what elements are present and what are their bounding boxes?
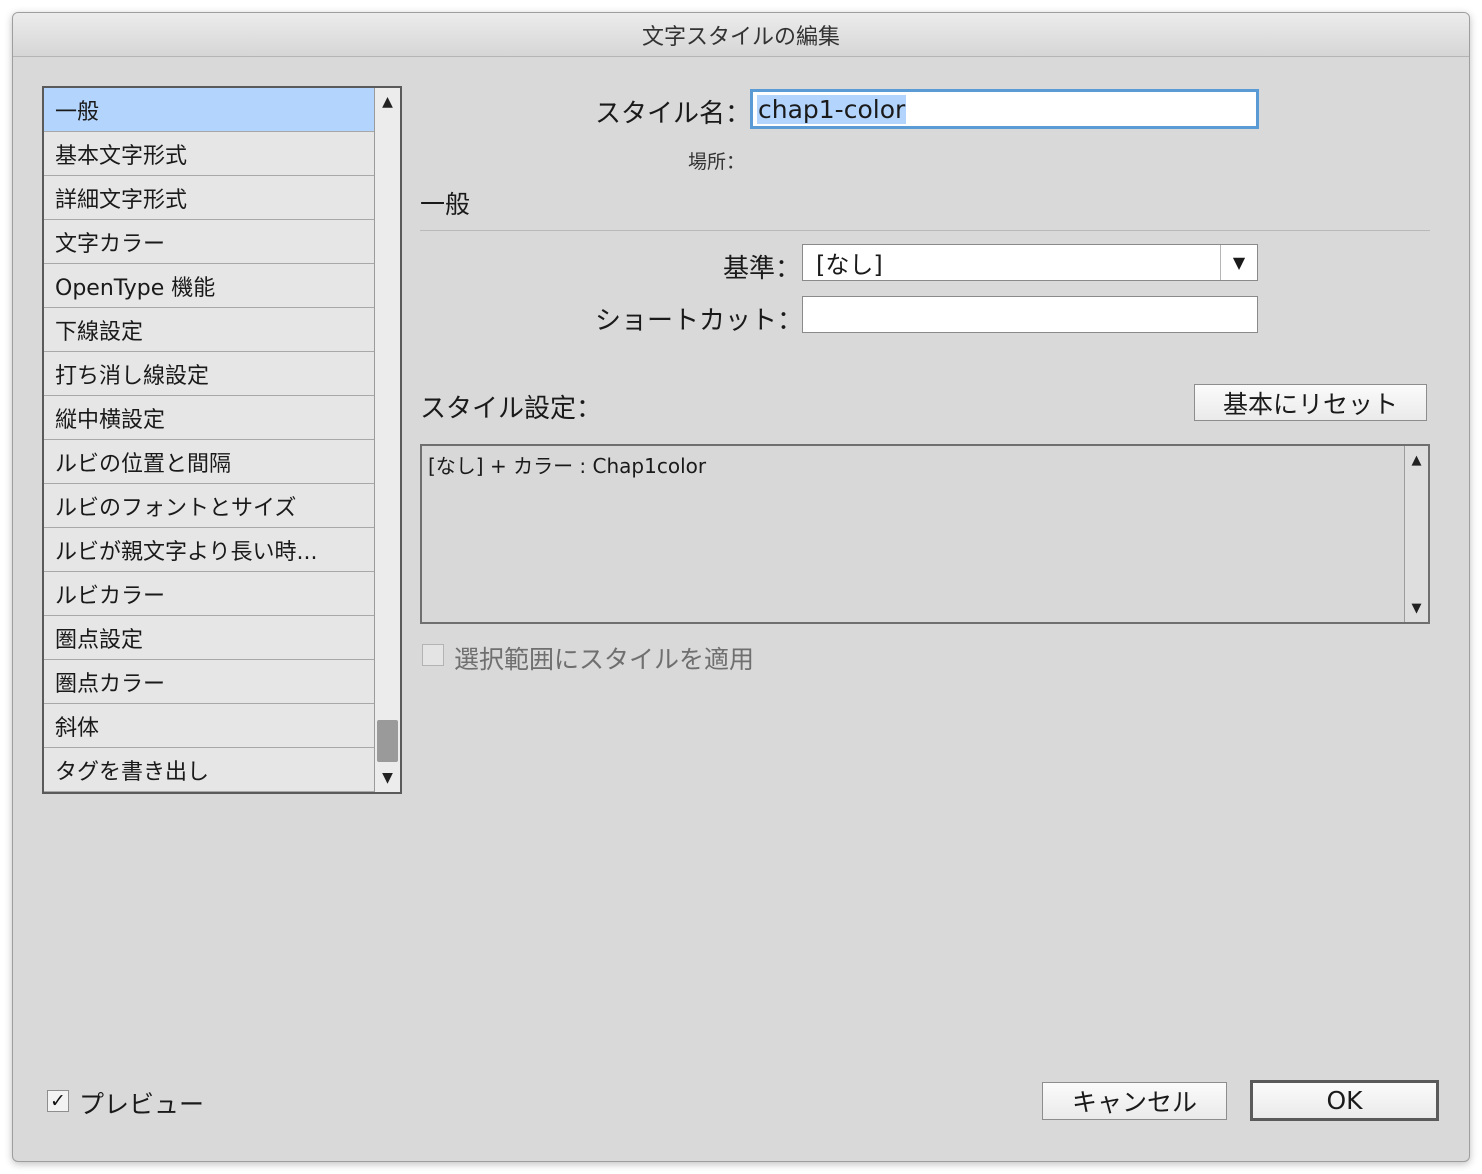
style-name-label: スタイル名： (595, 99, 752, 129)
scroll-up-arrow-icon[interactable]: ▲ (375, 88, 400, 116)
style-name-input[interactable]: chap1-color (750, 89, 1259, 129)
category-item[interactable]: ルビが親文字より長い時... (44, 528, 374, 572)
preview-checkbox[interactable]: ✓ (47, 1090, 69, 1112)
based-on-value: [なし] (816, 251, 883, 279)
dialog-title: 文字スタイルの編集 (13, 13, 1469, 57)
checkmark-icon: ✓ (50, 1090, 66, 1112)
category-item[interactable]: 文字カラー (44, 220, 374, 264)
style-name-value: chap1-color (757, 94, 907, 124)
category-item[interactable]: OpenType 機能 (44, 264, 374, 308)
based-on-label: 基準： (723, 254, 802, 284)
cancel-button[interactable]: キャンセル (1042, 1082, 1227, 1120)
shortcut-input[interactable] (802, 296, 1258, 333)
scroll-up-arrow-icon[interactable]: ▲ (1405, 448, 1428, 472)
location-label: 場所： (688, 151, 746, 173)
category-item[interactable]: 下線設定 (44, 308, 374, 352)
category-item[interactable]: 一般 (44, 88, 374, 132)
category-item[interactable]: ルビの位置と間隔 (44, 440, 374, 484)
category-item[interactable]: ルビのフォントとサイズ (44, 484, 374, 528)
style-settings-scrollbar[interactable]: ▲ ▼ (1404, 446, 1428, 622)
edit-character-style-dialog: 文字スタイルの編集 一般 基本文字形式 詳細文字形式 文字カラー OpenType 機能… (12, 12, 1470, 1162)
scroll-down-arrow-icon[interactable]: ▼ (375, 764, 400, 792)
category-item[interactable]: 詳細文字形式 (44, 176, 374, 220)
preview-label: プレビュー (79, 1090, 205, 1119)
based-on-select[interactable]: [なし] ▼ (802, 244, 1258, 281)
category-item[interactable]: 圏点カラー (44, 660, 374, 704)
category-item[interactable]: 打ち消し線設定 (44, 352, 374, 396)
category-item[interactable]: 斜体 (44, 704, 374, 748)
style-settings-label: スタイル設定： (420, 394, 603, 424)
dropdown-arrow-icon[interactable]: ▼ (1220, 245, 1257, 280)
category-scrollbar[interactable]: ▲ ▼ (374, 88, 400, 792)
shortcut-label: ショートカット： (595, 306, 804, 336)
apply-to-selection-label: 選択範囲にスタイルを適用 (454, 645, 755, 674)
category-item[interactable]: 縦中横設定 (44, 396, 374, 440)
section-divider (420, 230, 1430, 231)
section-title: 一般 (420, 190, 471, 219)
style-settings-text: [なし] + カラー : Chap1color (428, 454, 707, 478)
style-settings-box: [なし] + カラー : Chap1color ▲ ▼ (420, 444, 1430, 624)
category-item[interactable]: 圏点設定 (44, 616, 374, 660)
category-item[interactable]: ルビカラー (44, 572, 374, 616)
scrollbar-thumb[interactable] (377, 720, 398, 762)
ok-button[interactable]: OK (1250, 1080, 1439, 1121)
category-list: 一般 基本文字形式 詳細文字形式 文字カラー OpenType 機能 下線設定 打ち消し線設… (42, 86, 402, 794)
scroll-down-arrow-icon[interactable]: ▼ (1405, 596, 1428, 620)
category-item[interactable]: タグを書き出し (44, 748, 374, 792)
category-items: 一般 基本文字形式 詳細文字形式 文字カラー OpenType 機能 下線設定 打ち消し線設… (44, 88, 374, 792)
reset-to-base-button[interactable]: 基本にリセット (1194, 384, 1427, 421)
category-item[interactable]: 基本文字形式 (44, 132, 374, 176)
apply-to-selection-checkbox[interactable] (422, 644, 444, 666)
